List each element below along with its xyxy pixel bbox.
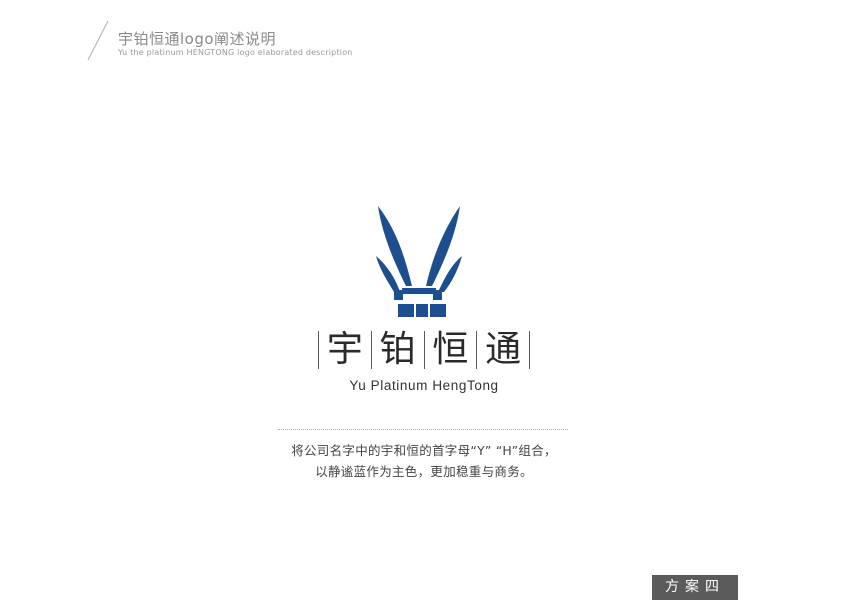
description-line-2: 以静谧蓝作为主色，更加稳重与商务。 <box>315 464 533 479</box>
page-title: 宇铂恒通logo阐述说明 <box>118 30 277 48</box>
dotted-divider <box>278 429 568 430</box>
brand-divider <box>529 331 530 369</box>
brand-char: 铂 <box>379 329 416 370</box>
header-slash-decoration <box>87 20 109 61</box>
plan-badge: 方案四 <box>652 575 738 600</box>
brand-name-en: Yu Platinum HengTong <box>349 378 499 393</box>
page-subtitle: Yu the platinum HENGTONG logo elaborated… <box>118 48 353 57</box>
description-line-1: 将公司名字中的宇和恒的首字母“Y” “H”组合， <box>291 443 557 458</box>
brand-char: 宇 <box>326 329 363 370</box>
brand-name-zh: 宇 铂 恒 通 <box>318 326 530 374</box>
brand-char: 恒 <box>432 329 469 370</box>
brand-char: 通 <box>485 329 522 370</box>
yh-leaf-logo-icon <box>376 206 462 317</box>
